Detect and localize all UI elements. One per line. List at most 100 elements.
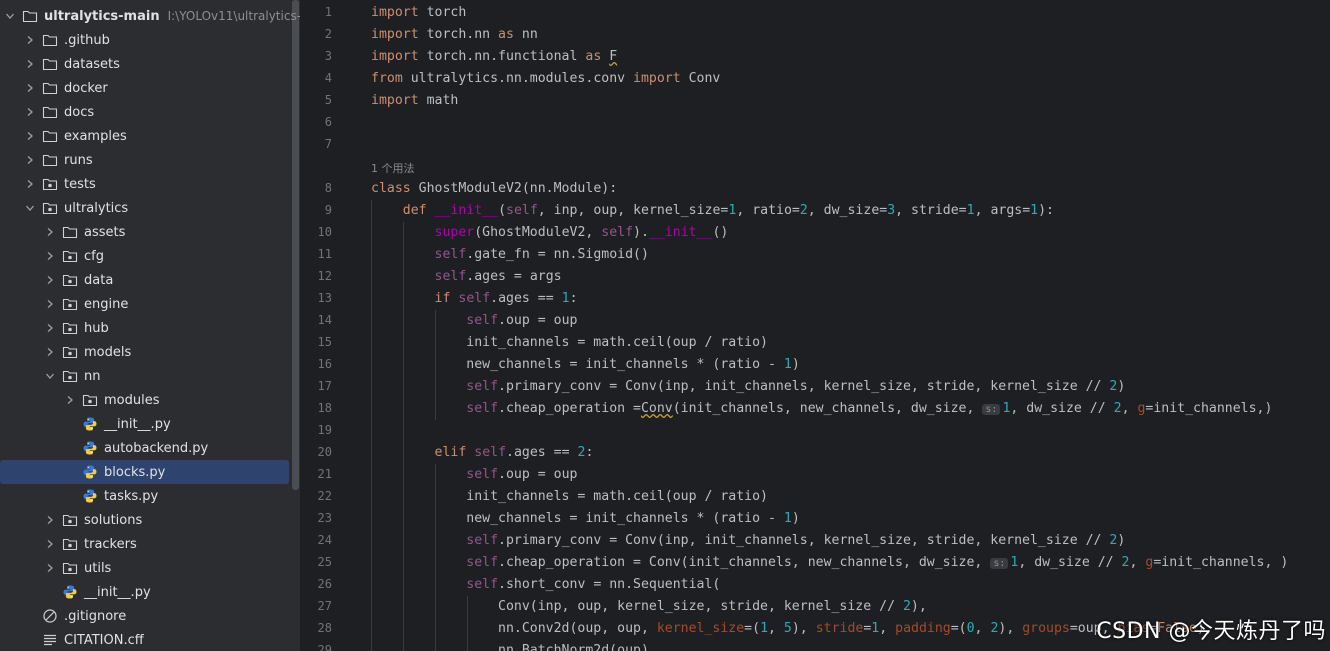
- chevron-right-icon[interactable]: [44, 274, 56, 286]
- code-editor[interactable]: 1 个用法 1 import torch 2 import torch.nn as n…: [300, 0, 1330, 651]
- chevron-down-icon[interactable]: [44, 370, 56, 382]
- tree-item[interactable]: docs: [0, 100, 300, 124]
- tree-item-label: autobackend.py: [104, 440, 209, 456]
- code-line[interactable]: import math: [371, 90, 458, 112]
- tree-item[interactable]: __init__.py: [0, 412, 300, 436]
- chevron-right-icon[interactable]: [44, 226, 56, 238]
- chevron-right-icon[interactable]: [64, 394, 76, 406]
- tree-item-label: assets: [84, 224, 126, 240]
- tree-item[interactable]: datasets: [0, 52, 300, 76]
- tree-item[interactable]: models: [0, 340, 300, 364]
- package-folder-icon: [62, 536, 78, 552]
- code-line[interactable]: nn.BatchNorm2d(oup),: [371, 640, 657, 651]
- code-line[interactable]: class GhostModuleV2(nn.Module):: [371, 178, 617, 200]
- python-file-icon: [62, 584, 78, 600]
- tree-item[interactable]: tests: [0, 172, 300, 196]
- code-line[interactable]: import torch.nn.functional as F: [371, 46, 617, 68]
- line-number: 21: [317, 467, 332, 481]
- code-line[interactable]: self.cheap_operation = Conv(init_channel…: [371, 552, 1288, 574]
- code-line[interactable]: self.short_conv = nn.Sequential(: [371, 574, 720, 596]
- tree-item[interactable]: docker: [0, 76, 300, 100]
- tree-item[interactable]: .github: [0, 28, 300, 52]
- chevron-right-icon[interactable]: [44, 538, 56, 550]
- tree-item-label: trackers: [84, 536, 137, 552]
- code-line[interactable]: self.primary_conv = Conv(inp, init_chann…: [371, 376, 1125, 398]
- line-number: 17: [317, 379, 332, 393]
- chevron-right-icon[interactable]: [24, 178, 36, 190]
- code-line[interactable]: self.oup = oup: [371, 310, 577, 332]
- tree-item-label: engine: [84, 296, 129, 312]
- tree-item-label: nn: [84, 368, 101, 384]
- tree-item[interactable]: ultralytics: [0, 196, 300, 220]
- tree-item-label: blocks.py: [104, 464, 166, 480]
- project-tree[interactable]: ultralytics-main I:\YOLOv11\ultralytics-m…: [0, 0, 300, 651]
- tree-item[interactable]: tasks.py: [0, 484, 300, 508]
- code-line[interactable]: import torch: [371, 2, 466, 24]
- code-line[interactable]: def __init__(self, inp, oup, kernel_size…: [371, 200, 1054, 222]
- tree-item-label: ultralytics: [64, 200, 129, 216]
- tree-item[interactable]: ultralytics-main I:\YOLOv11\ultralytics-m…: [0, 4, 300, 28]
- chevron-right-icon[interactable]: [24, 106, 36, 118]
- tree-item-label: data: [84, 272, 114, 288]
- chevron-right-icon[interactable]: [44, 346, 56, 358]
- code-line[interactable]: init_channels = math.ceil(oup / ratio): [371, 486, 768, 508]
- tree-item[interactable]: assets: [0, 220, 300, 244]
- tree-item[interactable]: .gitignore: [0, 604, 300, 628]
- tree-item[interactable]: examples: [0, 124, 300, 148]
- package-folder-icon: [62, 320, 78, 336]
- tree-item[interactable]: autobackend.py: [0, 436, 300, 460]
- tree-item-label: runs: [64, 152, 93, 168]
- code-line[interactable]: import torch.nn as nn: [371, 24, 538, 46]
- line-number: 5: [324, 93, 332, 107]
- code-line[interactable]: from ultralytics.nn.modules.conv import …: [371, 68, 720, 90]
- line-number: 22: [317, 489, 332, 503]
- package-folder-icon: [62, 560, 78, 576]
- chevron-right-icon[interactable]: [44, 562, 56, 574]
- tree-item[interactable]: CITATION.cff: [0, 628, 300, 651]
- code-line[interactable]: nn.Conv2d(oup, oup, kernel_size=(1, 5), …: [371, 618, 1213, 640]
- chevron-right-icon[interactable]: [24, 130, 36, 142]
- tree-item[interactable]: __init__.py: [0, 580, 300, 604]
- tree-item[interactable]: runs: [0, 148, 300, 172]
- line-number: 1: [324, 5, 332, 19]
- chevron-right-icon[interactable]: [24, 82, 36, 94]
- code-line[interactable]: self.gate_fn = nn.Sigmoid(): [371, 244, 649, 266]
- code-line[interactable]: self.primary_conv = Conv(inp, init_chann…: [371, 530, 1125, 552]
- tree-item[interactable]: cfg: [0, 244, 300, 268]
- tree-item[interactable]: hub: [0, 316, 300, 340]
- code-line[interactable]: self.oup = oup: [371, 464, 577, 486]
- line-number: 20: [317, 445, 332, 459]
- line-number: 12: [317, 269, 332, 283]
- tree-item[interactable]: trackers: [0, 532, 300, 556]
- chevron-right-icon[interactable]: [44, 250, 56, 262]
- code-line[interactable]: Conv(inp, oup, kernel_size, stride, kern…: [371, 596, 927, 618]
- chevron-right-icon[interactable]: [44, 298, 56, 310]
- usage-hint[interactable]: 1 个用法: [371, 160, 415, 176]
- tree-item[interactable]: utils: [0, 556, 300, 580]
- chevron-right-icon[interactable]: [44, 322, 56, 334]
- code-line[interactable]: super(GhostModuleV2, self).__init__(): [371, 222, 729, 244]
- chevron-right-icon[interactable]: [24, 58, 36, 70]
- code-line[interactable]: self.cheap_operation =Conv(init_channels…: [371, 398, 1272, 420]
- tree-item[interactable]: engine: [0, 292, 300, 316]
- folder-icon: [22, 8, 38, 24]
- tree-item[interactable]: data: [0, 268, 300, 292]
- code-line[interactable]: new_channels = init_channels * (ratio - …: [371, 508, 800, 530]
- code-line[interactable]: init_channels = math.ceil(oup / ratio): [371, 332, 768, 354]
- tree-item[interactable]: solutions: [0, 508, 300, 532]
- folder-icon: [42, 80, 58, 96]
- chevron-down-icon[interactable]: [24, 202, 36, 214]
- tree-item[interactable]: blocks.py: [0, 460, 289, 484]
- chevron-right-icon[interactable]: [24, 154, 36, 166]
- code-line[interactable]: elif self.ages == 2:: [371, 442, 594, 464]
- tree-item[interactable]: modules: [0, 388, 300, 412]
- code-line[interactable]: new_channels = init_channels * (ratio - …: [371, 354, 800, 376]
- chevron-down-icon[interactable]: [4, 10, 16, 22]
- package-folder-icon: [62, 368, 78, 384]
- chevron-right-icon[interactable]: [24, 34, 36, 46]
- tree-item[interactable]: nn: [0, 364, 300, 388]
- chevron-right-icon[interactable]: [44, 514, 56, 526]
- line-number: 19: [317, 423, 332, 437]
- code-line[interactable]: self.ages = args: [371, 266, 562, 288]
- code-line[interactable]: if self.ages == 1:: [371, 288, 578, 310]
